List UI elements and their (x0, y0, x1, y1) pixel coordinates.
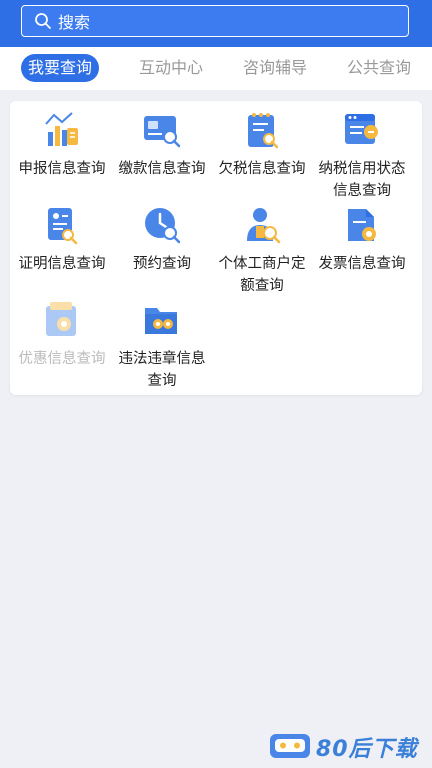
query-grid-card: 申报信息查询 缴款信息查询 欠税信息查询 纳税信用状态信息查询 证明信息查询 预… (10, 101, 422, 395)
folder-gear-icon (145, 308, 177, 334)
grid-item-label: 发票信息查询 (318, 256, 406, 272)
grid-item-label: 优惠信息查询 (18, 351, 106, 367)
tab-my-query[interactable]: 我要查询 (21, 54, 99, 82)
grid-item-declaration-query[interactable]: 申报信息查询 (12, 110, 112, 180)
person-search-icon (247, 208, 281, 244)
tab-interaction-center[interactable]: 互动中心 (132, 54, 210, 82)
grid-item-tax-arrears-query[interactable]: 欠税信息查询 (212, 110, 312, 180)
grid-item-label: 违法违章信息查询 (118, 351, 206, 389)
grid-item-appointment-query[interactable]: 预约查询 (112, 205, 212, 275)
search-placeholder: 搜索 (58, 13, 91, 32)
watermark-text: 80后下载 (316, 737, 418, 762)
invoice-gear-icon (348, 209, 376, 241)
watermark-logo: 80后下载 (268, 729, 430, 763)
grid-item-label: 申报信息查询 (18, 161, 106, 177)
grid-item-label: 个体工商户定额查询 (218, 256, 306, 294)
grid-item-individual-business-query[interactable]: 个体工商户定额查询 (212, 205, 312, 297)
tab-consultation[interactable]: 咨询辅导 (236, 54, 314, 82)
search-input[interactable]: 搜索 (21, 5, 409, 37)
grid-item-label: 证明信息查询 (18, 256, 106, 272)
clock-search-icon (145, 208, 181, 244)
top-bar: 搜索 (0, 0, 432, 47)
grid-item-label: 预约查询 (133, 256, 191, 272)
grid-item-label: 欠税信息查询 (218, 161, 306, 177)
grid-item-violation-query[interactable]: 违法违章信息查询 (112, 300, 212, 392)
bar-chart-document-icon (45, 112, 78, 146)
browser-credit-icon (345, 114, 378, 144)
grid-item-discount-query[interactable]: 优惠信息查询 (12, 300, 112, 370)
robot-logo-icon (270, 734, 310, 758)
discount-gear-icon (46, 302, 76, 336)
grid-item-invoice-query[interactable]: 发票信息查询 (312, 205, 412, 275)
grid-item-label: 缴款信息查询 (118, 161, 206, 177)
grid-item-payment-query[interactable]: 缴款信息查询 (112, 110, 212, 180)
grid-item-credit-status-query[interactable]: 纳税信用状态信息查询 (312, 110, 412, 202)
tab-bar: 我要查询 互动中心 咨询辅导 公共查询 (0, 47, 432, 90)
grid-item-label: 纳税信用状态信息查询 (318, 161, 406, 199)
search-icon (35, 13, 51, 29)
certificate-search-icon (48, 208, 78, 245)
grid-item-certificate-query[interactable]: 证明信息查询 (12, 205, 112, 275)
notepad-search-icon (248, 113, 279, 149)
tab-public-query[interactable]: 公共查询 (340, 54, 418, 82)
payment-card-search-icon (144, 116, 181, 148)
